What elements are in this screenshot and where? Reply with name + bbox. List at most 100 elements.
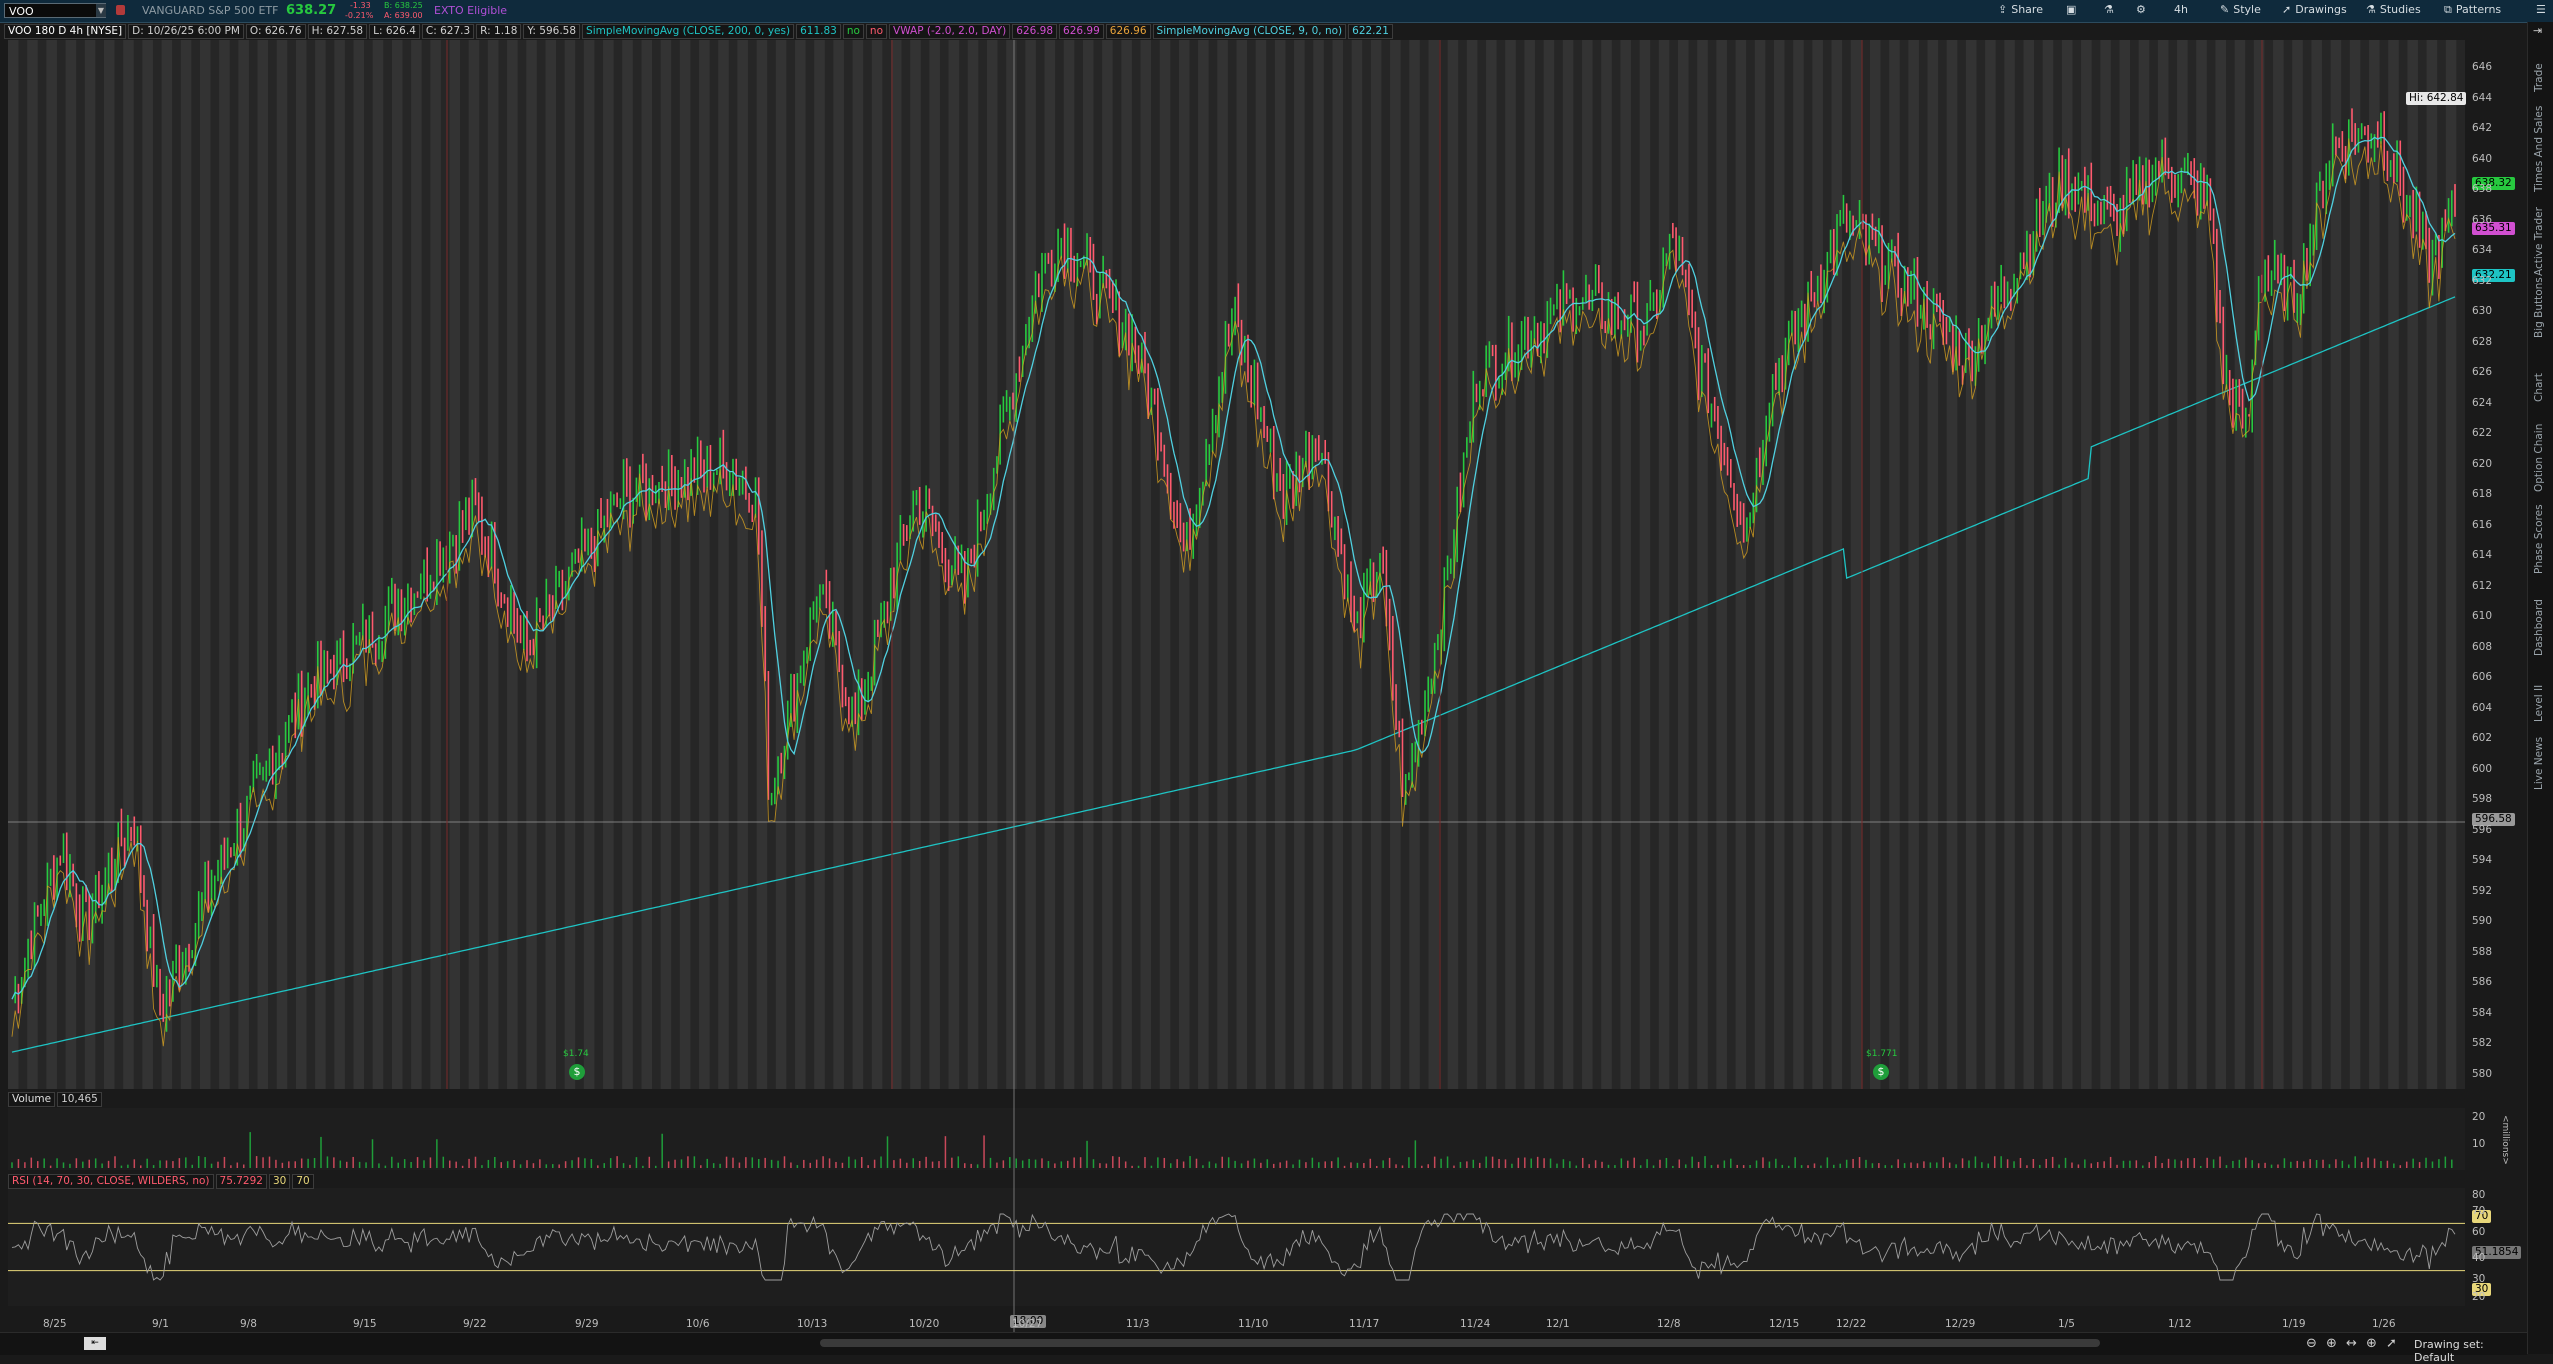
drawing-set-label[interactable]: Drawing set: Default — [2414, 1338, 2527, 1364]
date-tick: 11/10 — [1238, 1318, 1269, 1330]
price-tick: 588 — [2472, 945, 2493, 958]
session-stripe — [775, 40, 787, 1089]
link-color-icon[interactable] — [116, 5, 125, 15]
price-tick: 608 — [2472, 640, 2493, 653]
session-stripe — [1082, 40, 1094, 1089]
sidebar-tab[interactable]: Option Chain — [2533, 424, 2545, 492]
collapse-icon[interactable]: ⇥ — [2533, 24, 2542, 37]
pan-icon[interactable]: ↔ — [2346, 1336, 2357, 1351]
session-stripe — [1255, 40, 1267, 1089]
rsi-level-70: 70 — [292, 1174, 314, 1189]
session-stripe — [1274, 40, 1286, 1089]
session-stripe — [1294, 40, 1305, 1089]
rsi-axis-tick: 20 — [2472, 1291, 2486, 1303]
style-button[interactable]: ✎ Style — [2220, 3, 2261, 16]
pointer-icon[interactable]: ➚ — [2386, 1336, 2397, 1351]
zoom-out-icon[interactable]: ⊖ — [2306, 1336, 2317, 1351]
price-tick: 616 — [2472, 518, 2493, 531]
session-stripe — [487, 40, 499, 1089]
rsi-label[interactable]: RSI (14, 70, 30, CLOSE, WILDERS, no) — [8, 1174, 214, 1189]
scroll-start-icon[interactable]: ⇤ — [84, 1337, 106, 1350]
date-tick: 1/5 — [2058, 1318, 2075, 1330]
price-tick: 592 — [2472, 884, 2493, 897]
snapshot-icon[interactable]: ▣ — [2066, 3, 2076, 16]
session-stripe — [2081, 40, 2092, 1089]
price-tick: 644 — [2472, 91, 2493, 104]
session-stripe — [391, 40, 403, 1089]
share-button[interactable]: ⇪ Share — [1998, 3, 2043, 16]
session-stripe — [1927, 40, 1939, 1089]
gear-icon[interactable]: ⚙ — [2136, 3, 2146, 16]
session-stripe — [2023, 40, 2035, 1089]
rsi-axis-tick: 80 — [2472, 1189, 2486, 1201]
dividend-icon-1[interactable]: $ — [569, 1064, 585, 1080]
session-stripe — [871, 40, 883, 1089]
studies-button[interactable]: ⚗ Studies — [2366, 3, 2421, 16]
session-stripe — [833, 40, 844, 1089]
symbol-input[interactable]: VOO — [4, 3, 106, 18]
rsi-value: 75.7292 — [215, 1174, 267, 1189]
session-stripe — [180, 40, 192, 1089]
session-stripe — [2330, 40, 2342, 1089]
date-tick: 12/8 — [1657, 1318, 1681, 1330]
sidebar-tab[interactable]: Dashboard — [2533, 599, 2545, 656]
sidebar-tab[interactable]: Trade — [2533, 63, 2545, 92]
menu-icon[interactable]: ☰ — [2536, 3, 2546, 16]
zoom-in-icon[interactable]: ⊕ — [2326, 1336, 2337, 1351]
session-stripe — [1505, 40, 1516, 1089]
session-stripe — [1198, 40, 1209, 1089]
session-stripe — [1908, 40, 1919, 1089]
price-tick: 640 — [2472, 152, 2493, 165]
session-stripe — [1658, 40, 1670, 1089]
sidebar-tab[interactable]: Active Trader — [2533, 207, 2545, 276]
sidebar-tab[interactable]: Level II — [2533, 685, 2545, 722]
price-chart[interactable] — [0, 22, 2527, 1332]
session-stripe — [679, 40, 691, 1089]
crosshair-icon[interactable]: ⊕ — [2366, 1336, 2377, 1351]
date-tick: 11/24 — [1460, 1318, 1491, 1330]
price-tick: 618 — [2472, 488, 2493, 501]
session-stripe — [641, 40, 653, 1089]
session-stripe — [622, 40, 633, 1089]
dividend-label-1: $1.74 — [563, 1049, 589, 1059]
flask-icon[interactable]: ⚗ — [2104, 3, 2114, 16]
session-stripe — [2061, 40, 2073, 1089]
session-stripe — [795, 40, 806, 1089]
session-stripe — [1639, 40, 1651, 1089]
session-stripe — [737, 40, 748, 1089]
session-stripe — [2234, 40, 2246, 1089]
session-stripe — [1793, 40, 1804, 1089]
top-toolbar: VOO ▼ VANGUARD S&P 500 ETF 638.27 -1.33 … — [0, 0, 2553, 23]
date-tick: 8/25 — [43, 1318, 67, 1330]
symbol-dropdown-icon[interactable]: ▼ — [96, 4, 106, 17]
session-stripe — [507, 40, 518, 1089]
last-price: 638.27 — [286, 3, 337, 18]
dividend-icon-2[interactable]: $ — [1873, 1064, 1889, 1080]
high-label: Hi: 642.84 — [2406, 92, 2467, 105]
sidebar-tab[interactable]: Big Buttons — [2533, 277, 2545, 338]
session-stripe — [1697, 40, 1708, 1089]
price-tick: 606 — [2472, 671, 2493, 684]
sidebar-tab[interactable]: Phase Scores — [2533, 504, 2545, 574]
share-icon: ⇪ — [1998, 3, 2008, 16]
sidebar-tab[interactable]: Times And Sales — [2533, 106, 2545, 192]
session-stripe — [2253, 40, 2265, 1089]
horizontal-scrollbar[interactable] — [820, 1339, 2100, 1347]
session-stripe — [910, 40, 921, 1089]
date-tick: 12/29 — [1945, 1318, 1976, 1330]
timeframe-button[interactable]: 4h — [2174, 3, 2188, 16]
price-tick: 582 — [2472, 1037, 2493, 1050]
drawings-button[interactable]: ➚ Drawings — [2282, 3, 2347, 16]
session-stripe — [1735, 40, 1747, 1089]
rsi-axis-tick: 40 — [2472, 1252, 2486, 1264]
session-stripe — [1850, 40, 1862, 1089]
sidebar-tab[interactable]: Chart — [2533, 373, 2545, 402]
session-stripe — [1562, 40, 1574, 1089]
sidebar-tab[interactable]: Live News — [2533, 737, 2545, 790]
date-tick: 10/6 — [686, 1318, 710, 1330]
net-change: -1.33 — [350, 1, 371, 10]
session-stripe — [2292, 40, 2303, 1089]
session-stripe — [1140, 40, 1152, 1089]
session-stripe — [1428, 40, 1440, 1089]
volume-legend: Volume 10,465 — [8, 1092, 104, 1107]
